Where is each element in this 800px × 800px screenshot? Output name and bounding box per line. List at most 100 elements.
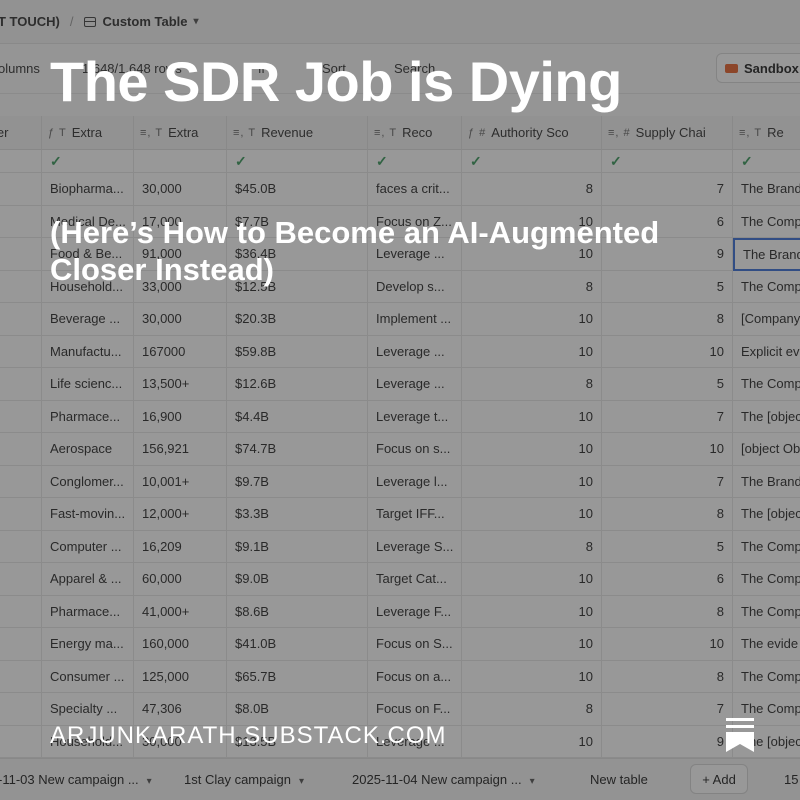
table-cell[interactable]: Target Cat... xyxy=(368,563,462,596)
header-col-authority-score[interactable]: ƒ # Authority Sco xyxy=(462,116,602,150)
table-cell[interactable]: 125,000 xyxy=(134,660,227,693)
table-cell[interactable]: 10 xyxy=(462,303,602,336)
table-cell[interactable]: 8 xyxy=(602,660,733,693)
table-cell[interactable]: 30,000 xyxy=(134,303,227,336)
table-cell[interactable] xyxy=(0,530,42,563)
table-cell[interactable]: $41.0B xyxy=(227,628,368,661)
table-cell[interactable]: Leverage ... xyxy=(368,368,462,401)
table-cell[interactable]: Life scienc... xyxy=(42,368,134,401)
table-cell[interactable]: 160,000 xyxy=(134,628,227,661)
table-cell[interactable]: Specialty ... xyxy=(42,693,134,726)
table-cell[interactable]: 8 xyxy=(602,303,733,336)
table-cell[interactable]: $9.7B xyxy=(227,465,368,498)
table-cell[interactable] xyxy=(0,693,42,726)
table-cell[interactable]: Target IFF... xyxy=(368,498,462,531)
table-cell[interactable]: 10 xyxy=(462,400,602,433)
table-cell[interactable]: Explicit ev xyxy=(733,335,800,368)
table-cell[interactable]: 7 xyxy=(602,400,733,433)
table-cell[interactable]: 60,000 xyxy=(134,563,227,596)
table-cell[interactable] xyxy=(0,303,42,336)
status-check-cell[interactable]: ✓ xyxy=(227,150,368,173)
table-cell[interactable]: The [objec xyxy=(733,498,800,531)
table-cell[interactable]: 10 xyxy=(462,660,602,693)
table-cell[interactable]: The Comp xyxy=(733,595,800,628)
table-cell[interactable]: 5 xyxy=(602,368,733,401)
table-cell[interactable]: $8.0B xyxy=(227,693,368,726)
table-cell[interactable]: $20.3B xyxy=(227,303,368,336)
breadcrumb-table-name[interactable]: Custom Table xyxy=(103,14,188,29)
table-cell[interactable]: The Comp xyxy=(733,660,800,693)
table-cell[interactable]: 47,306 xyxy=(134,693,227,726)
table-cell[interactable]: Apparel & ... xyxy=(42,563,134,596)
tab-new-table[interactable]: New table xyxy=(590,772,648,787)
table-cell[interactable] xyxy=(0,433,42,466)
table-cell[interactable] xyxy=(0,335,42,368)
status-check-cell[interactable] xyxy=(134,150,227,173)
table-cell[interactable]: The Brand xyxy=(733,465,800,498)
header-col-extract-1[interactable]: ƒ T Extra xyxy=(42,116,134,150)
tab-1st-clay-campaign[interactable]: 1st Clay campaign ▾ xyxy=(184,772,304,787)
table-cell[interactable]: $65.7B xyxy=(227,660,368,693)
table-cell[interactable]: $59.8B xyxy=(227,335,368,368)
table-cell[interactable]: The Brand xyxy=(733,173,800,206)
table-cell[interactable]: The evide xyxy=(733,628,800,661)
table-cell[interactable]: 10 xyxy=(602,335,733,368)
table-cell[interactable]: $9.0B xyxy=(227,563,368,596)
table-cell[interactable] xyxy=(0,725,42,758)
status-check-cell[interactable]: ✓ xyxy=(368,150,462,173)
table-cell[interactable]: 8 xyxy=(462,368,602,401)
table-cell[interactable]: Biopharma... xyxy=(42,173,134,206)
table-cell[interactable]: 10 xyxy=(462,595,602,628)
header-col-inferred[interactable]: nfer xyxy=(0,116,42,150)
table-cell[interactable]: 8 xyxy=(462,693,602,726)
chevron-down-icon[interactable]: ▾ xyxy=(194,16,199,27)
table-cell[interactable]: $8.6B xyxy=(227,595,368,628)
table-cell[interactable]: $12.6B xyxy=(227,368,368,401)
table-cell[interactable]: 10 xyxy=(462,335,602,368)
table-cell[interactable]: Energy ma... xyxy=(42,628,134,661)
table-cell[interactable] xyxy=(0,238,42,271)
tab-campaign-1103[interactable]: -11-03 New campaign ... ▾ xyxy=(0,772,152,787)
table-cell[interactable]: 10 xyxy=(462,563,602,596)
table-cell[interactable] xyxy=(0,205,42,238)
table-cell[interactable]: The Comp xyxy=(733,368,800,401)
table-cell[interactable]: 16,900 xyxy=(134,400,227,433)
table-cell[interactable] xyxy=(0,400,42,433)
table-cell[interactable]: 10,001+ xyxy=(134,465,227,498)
table-cell[interactable]: [Company xyxy=(733,303,800,336)
table-cell[interactable]: $45.0B xyxy=(227,173,368,206)
header-col-extract-2[interactable]: ≡, T Extra xyxy=(134,116,227,150)
table-cell[interactable]: 12,000+ xyxy=(134,498,227,531)
table-cell[interactable] xyxy=(0,368,42,401)
table-cell[interactable]: 8 xyxy=(602,498,733,531)
table-cell[interactable]: 10 xyxy=(602,433,733,466)
table-cell[interactable]: Leverage F... xyxy=(368,595,462,628)
header-col-revenue[interactable]: ≡, T Revenue xyxy=(227,116,368,150)
table-cell[interactable]: Conglomer... xyxy=(42,465,134,498)
table-cell[interactable]: Pharmace... xyxy=(42,595,134,628)
table-cell[interactable]: Computer ... xyxy=(42,530,134,563)
table-cell[interactable]: Aerospace xyxy=(42,433,134,466)
table-cell[interactable] xyxy=(0,595,42,628)
table-cell[interactable]: 8 xyxy=(462,173,602,206)
add-table-button[interactable]: + Add xyxy=(690,764,748,794)
table-cell[interactable]: $3.3B xyxy=(227,498,368,531)
tab-campaign-1104[interactable]: 2025-11-04 New campaign ... ▾ xyxy=(352,772,535,787)
table-cell[interactable] xyxy=(0,465,42,498)
table-cell[interactable]: Fast-movin... xyxy=(42,498,134,531)
table-cell[interactable]: Focus on S... xyxy=(368,628,462,661)
columns-button[interactable]: olumns xyxy=(0,61,40,76)
table-cell[interactable]: 8 xyxy=(602,595,733,628)
table-cell[interactable]: Beverage ... xyxy=(42,303,134,336)
table-cell[interactable]: 10 xyxy=(602,628,733,661)
table-cell[interactable]: 7 xyxy=(602,693,733,726)
table-cell[interactable]: The Comp xyxy=(733,563,800,596)
table-cell[interactable]: 16,209 xyxy=(134,530,227,563)
table-cell[interactable]: [object Ob xyxy=(733,433,800,466)
table-cell[interactable]: Leverage l... xyxy=(368,465,462,498)
header-col-supply-chain[interactable]: ≡, # Supply Chai xyxy=(602,116,733,150)
table-cell[interactable]: 6 xyxy=(602,563,733,596)
table-cell[interactable]: 41,000+ xyxy=(134,595,227,628)
table-cell[interactable]: Pharmace... xyxy=(42,400,134,433)
table-cell[interactable]: 13,500+ xyxy=(134,368,227,401)
